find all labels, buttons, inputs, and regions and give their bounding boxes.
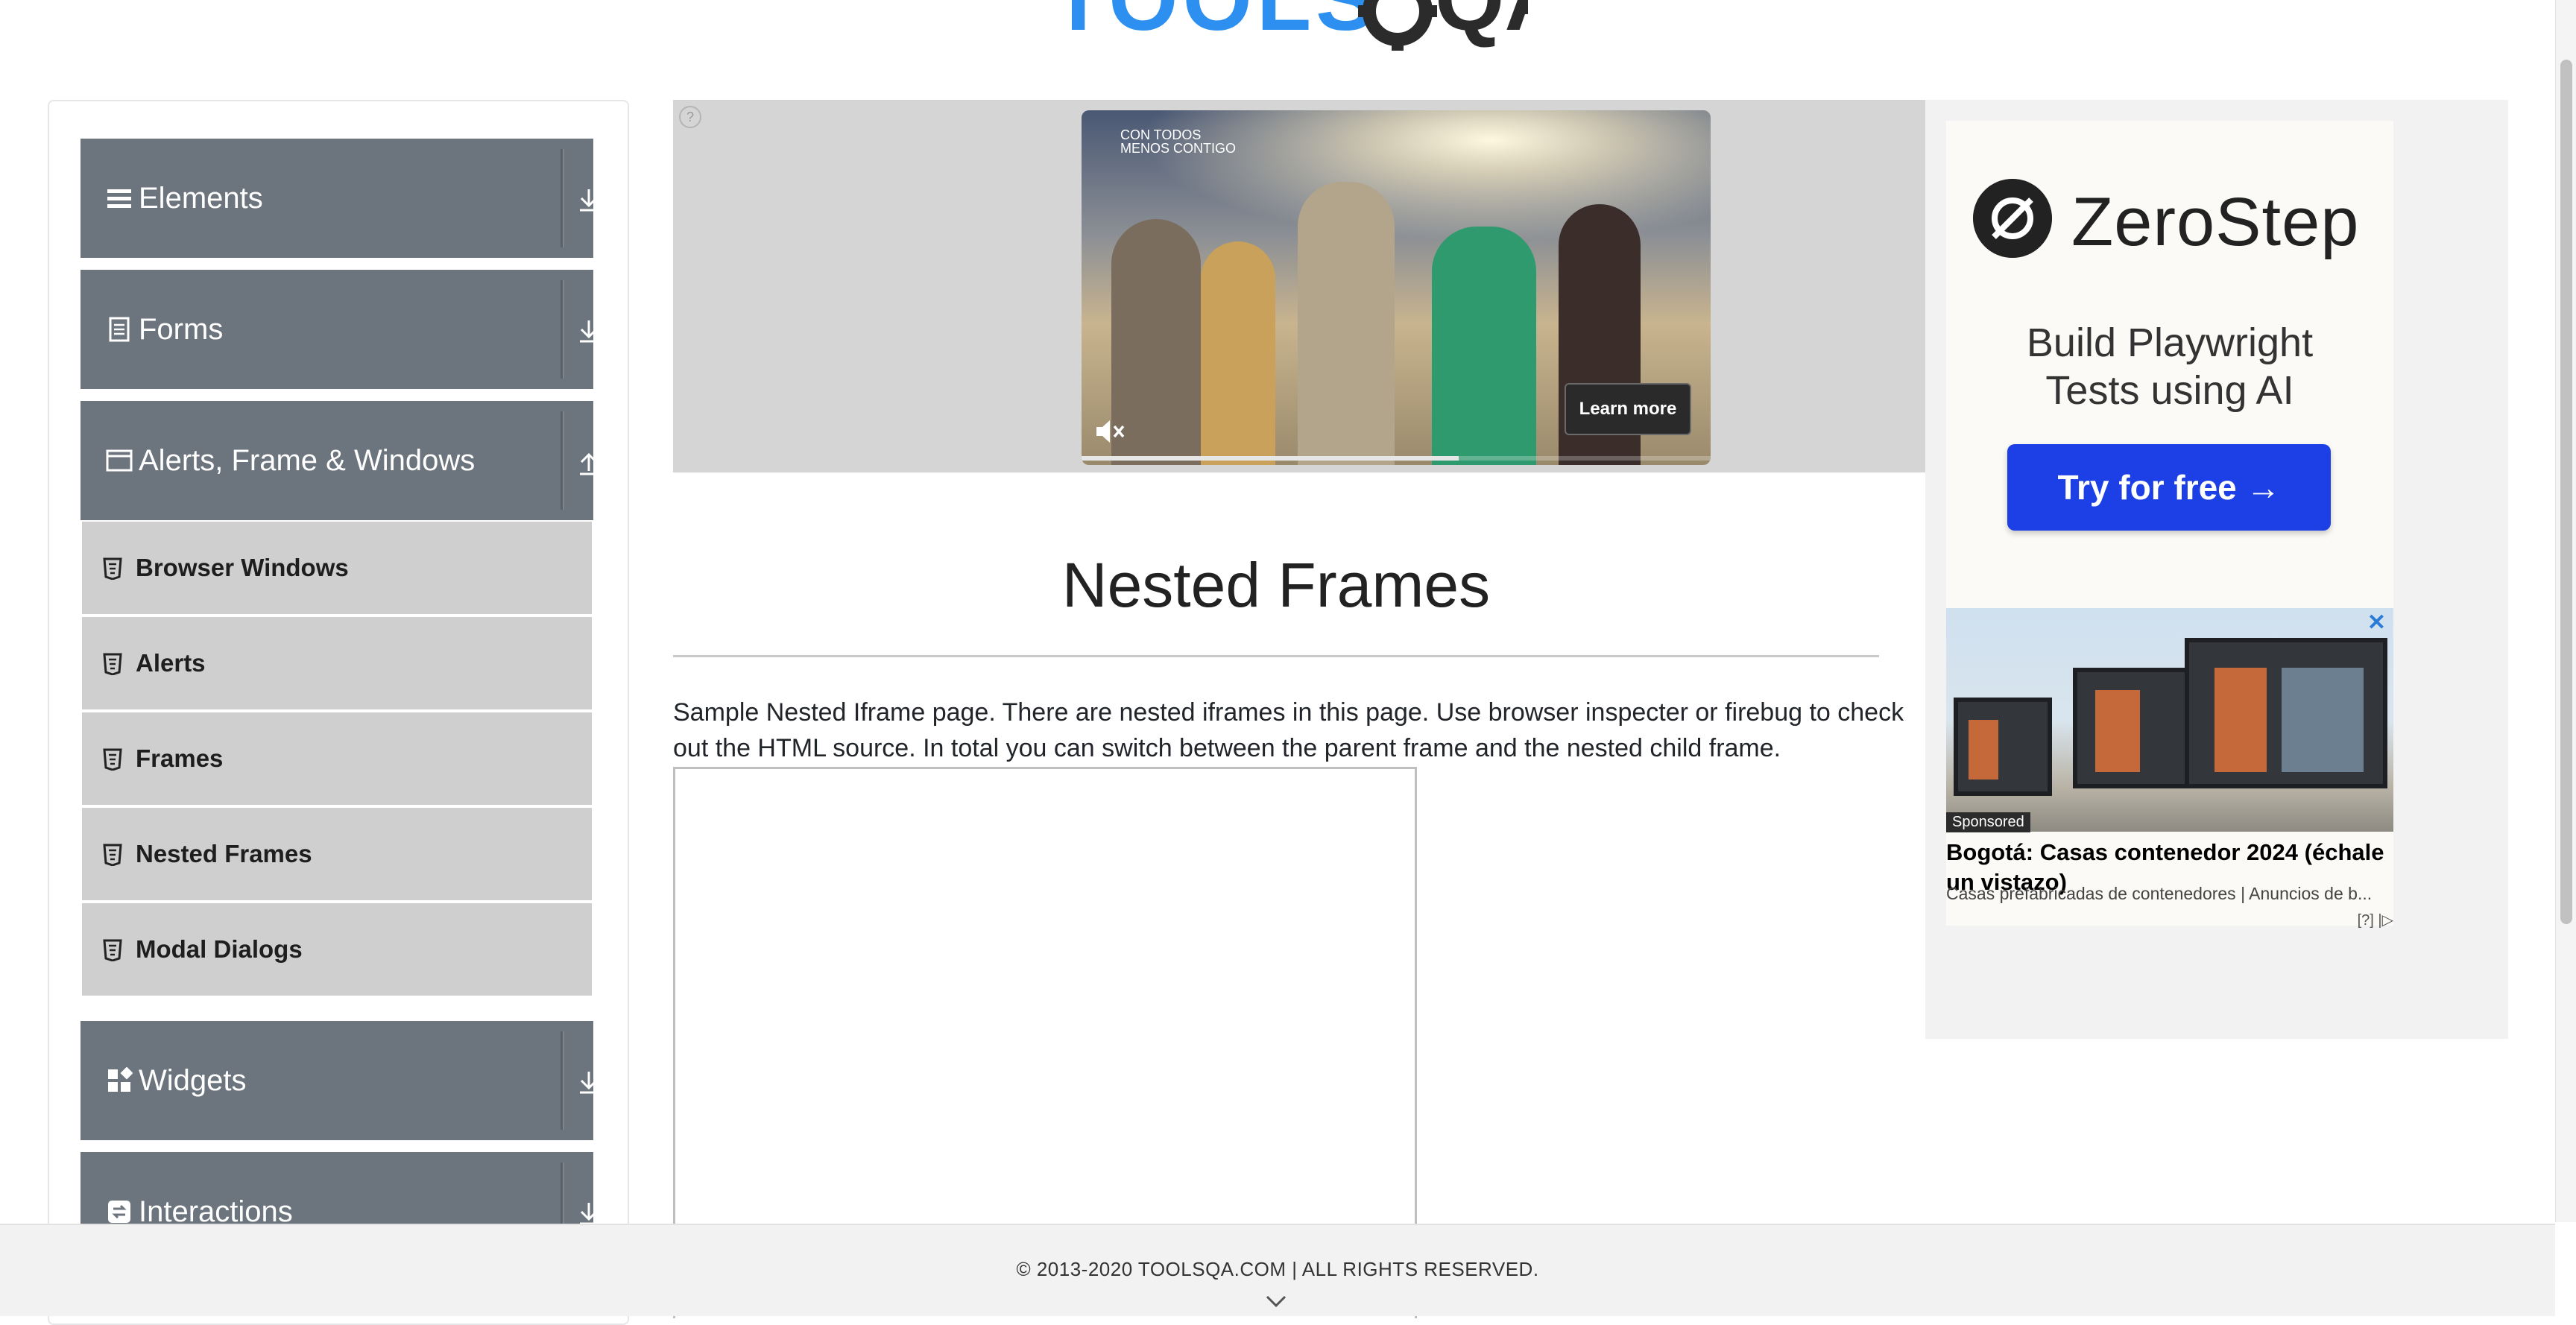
- video-figure: [1432, 227, 1536, 465]
- mute-icon[interactable]: [1092, 414, 1126, 449]
- logo-text-tools: TOOLS: [1051, 0, 1380, 51]
- download-icon: [574, 316, 604, 346]
- divider: [561, 280, 563, 379]
- video-caption: CON TODOS MENOS CONTIGO: [1120, 128, 1236, 155]
- list-icon: [107, 189, 131, 208]
- sidebar-item-frames[interactable]: Frames: [82, 712, 592, 805]
- video-progress-bar[interactable]: [1082, 456, 1711, 461]
- ad-tagline: Build Playwright Tests using AI: [1946, 319, 2393, 414]
- sponsored-badge: Sponsored: [1946, 812, 2030, 832]
- sidebar-group-label: Forms: [139, 313, 224, 346]
- html5-icon: [103, 748, 122, 771]
- sidebar-item-nested-frames[interactable]: Nested Frames: [82, 808, 592, 900]
- html5-icon: [103, 844, 122, 866]
- left-sidebar: Elements Forms Alerts, Frame & Windows B…: [48, 100, 629, 1325]
- scrollbar-thumb[interactable]: [2560, 60, 2572, 924]
- sidebar-item-label: Nested Frames: [136, 840, 312, 867]
- download-icon: [574, 1067, 604, 1097]
- html5-icon: [103, 939, 122, 961]
- sidebar-group-label: Alerts, Frame & Windows: [139, 444, 476, 477]
- house-wood: [2095, 690, 2140, 772]
- html5-icon: [103, 653, 122, 675]
- zerostep-logo-icon: [1973, 179, 2052, 258]
- close-icon[interactable]: ✕: [2367, 610, 2386, 636]
- ad-tagline-line: Tests using AI: [2045, 368, 2294, 413]
- learn-more-button[interactable]: Learn more: [1565, 383, 1691, 435]
- ad-subtitle[interactable]: Casas prefabricadas de contenedores | An…: [1946, 884, 2393, 904]
- toolsqa-logo[interactable]: TOOLS QA: [1051, 0, 1528, 54]
- page-scrollbar[interactable]: [2555, 0, 2576, 1222]
- sidebar-item-label: Alerts: [136, 649, 206, 677]
- ad-house-image[interactable]: ✕: [1946, 608, 2393, 832]
- sidebar-item-modal-dialogs[interactable]: Modal Dialogs: [82, 903, 592, 996]
- video-figure: [1298, 182, 1395, 465]
- sidebar-group-alerts-frame-windows[interactable]: Alerts, Frame & Windows: [80, 401, 598, 520]
- video-caption-line: MENOS CONTIGO: [1120, 141, 1237, 156]
- copyright-text: © 2013-2020 TOOLSQA.COM | ALL RIGHTS RES…: [1016, 1258, 1539, 1280]
- html5-icon: [103, 557, 122, 580]
- house-wood: [1969, 720, 1998, 779]
- ad-tagline-line: Build Playwright: [2026, 320, 2314, 365]
- sidebar-item-label: Browser Windows: [136, 554, 349, 581]
- adchoices-icon[interactable]: [?] |▷: [2358, 911, 2393, 929]
- sidebar-group-forms[interactable]: Forms: [80, 270, 598, 389]
- gear-icon: [1358, 0, 1437, 51]
- ad-info-icon[interactable]: ?: [679, 106, 701, 128]
- try-for-free-button[interactable]: Try for free →: [2007, 444, 2331, 531]
- sidebar-group-elements[interactable]: Elements: [80, 139, 598, 258]
- page-description: Sample Nested Iframe page. There are nes…: [673, 698, 1904, 762]
- footer: © 2013-2020 TOOLSQA.COM | ALL RIGHTS RES…: [0, 1224, 2555, 1316]
- chevron-down-icon[interactable]: [1264, 1292, 1288, 1310]
- top-banner-ad[interactable]: ? CON TODOS MENOS CONTIGO Learn more: [673, 100, 1925, 472]
- ad-panel: ZeroStep Build Playwright Tests using AI…: [1946, 121, 2393, 929]
- logo-text-qa: QA: [1435, 0, 1528, 51]
- sidebar-group-widgets[interactable]: Widgets: [80, 1021, 598, 1140]
- video-progress-fill: [1082, 456, 1459, 461]
- title-divider: [673, 655, 1879, 657]
- window-icon: [106, 449, 133, 472]
- interactions-icon: [108, 1201, 130, 1223]
- upload-icon: [574, 447, 604, 477]
- ad-brand-name: ZeroStep: [2071, 184, 2360, 260]
- video-caption-line: CON TODOS: [1120, 127, 1202, 142]
- sidebar-item-label: Modal Dialogs: [136, 935, 303, 963]
- sidebar-group-label: Widgets: [139, 1064, 247, 1097]
- sidebar-group-label: Elements: [139, 182, 263, 215]
- house-wood: [2214, 668, 2267, 772]
- divider: [561, 411, 563, 510]
- right-sidebar-ad[interactable]: ZeroStep Build Playwright Tests using AI…: [1925, 100, 2508, 1039]
- divider: [561, 1031, 563, 1130]
- video-ad[interactable]: CON TODOS MENOS CONTIGO Learn more: [1082, 110, 1711, 465]
- page-title: Nested Frames: [1061, 550, 1491, 620]
- sidebar-item-alerts[interactable]: Alerts: [82, 617, 592, 709]
- house-glass: [2282, 668, 2364, 772]
- divider: [561, 149, 563, 247]
- document-icon: [109, 317, 130, 342]
- download-icon: [574, 185, 604, 215]
- video-figure: [1201, 241, 1275, 465]
- sidebar-item-label: Frames: [136, 744, 224, 772]
- widgets-icon: [108, 1067, 133, 1092]
- sidebar-item-browser-windows[interactable]: Browser Windows: [82, 522, 592, 614]
